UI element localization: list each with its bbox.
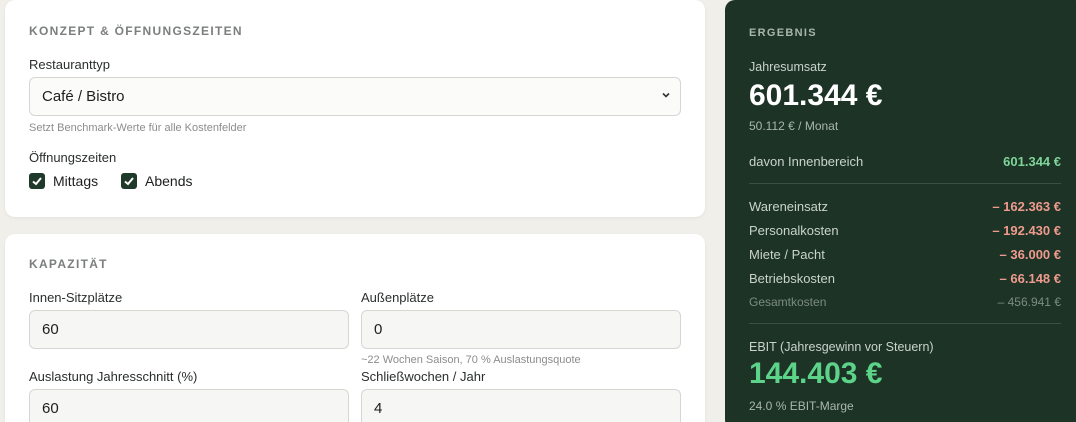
cost-label: Miete / Pacht <box>749 247 825 262</box>
divider <box>749 183 1061 184</box>
ebit-label: EBIT (Jahresgewinn vor Steuern) <box>749 340 934 354</box>
restaurant-type-hint: Setzt Benchmark-Werte für alle Kostenfel… <box>29 122 247 134</box>
cost-row: Betriebskosten – 66.148 € <box>749 271 1061 286</box>
occupancy-label: Auslastung Jahresschnitt (%) <box>29 369 198 384</box>
cost-value: – 66.148 € <box>999 271 1061 286</box>
closing-weeks-label: Schließwochen / Jahr <box>361 369 486 384</box>
checkbox-mittags[interactable]: Mittags <box>29 173 98 189</box>
kapazitaet-card: KAPAZITÄT Innen-Sitzplätze 60 Außenplätz… <box>5 234 705 422</box>
opening-hours-label: Öffnungszeiten <box>29 150 117 165</box>
ebit-value: 144.403 € <box>749 357 883 390</box>
indoor-seats-value: 60 <box>42 321 59 338</box>
indoor-share-value: 601.344 € <box>1003 154 1061 169</box>
cost-value: – 162.363 € <box>992 199 1061 214</box>
restaurant-type-select[interactable]: Café / Bistro <box>29 77 681 116</box>
cost-label: Personalkosten <box>749 223 839 238</box>
chevron-down-icon <box>662 92 670 98</box>
indoor-share-label: davon Innenbereich <box>749 154 864 169</box>
outdoor-seats-label: Außenplätze <box>361 290 434 305</box>
total-costs-label: Gesamtkosten <box>749 295 827 309</box>
closing-weeks-input[interactable]: 4 <box>361 389 681 422</box>
checkbox-checked-icon <box>121 173 137 189</box>
cost-value: – 192.430 € <box>992 223 1061 238</box>
closing-weeks-value: 4 <box>374 400 383 417</box>
ebit-margin: 24.0 % EBIT-Marge <box>749 399 854 413</box>
total-costs-row: Gesamtkosten – 456.941 € <box>749 295 1061 309</box>
konzept-card: KONZEPT & ÖFFNUNGSZEITEN Restauranttyp C… <box>5 0 705 217</box>
revenue-monthly: 50.112 € / Monat <box>749 119 839 133</box>
indoor-seats-input[interactable]: 60 <box>29 310 349 349</box>
checkbox-abends-label: Abends <box>145 173 193 189</box>
checkbox-abends[interactable]: Abends <box>121 173 192 189</box>
outdoor-seats-input[interactable]: 0 <box>361 310 681 349</box>
cost-label: Betriebskosten <box>749 271 835 286</box>
cost-label: Wareneinsatz <box>749 199 828 214</box>
cost-row: Miete / Pacht – 36.000 € <box>749 247 1061 262</box>
outdoor-seats-hint: ~22 Wochen Saison, 70 % Auslastungsquote <box>361 354 581 366</box>
revenue-label: Jahresumsatz <box>749 60 827 74</box>
revenue-value: 601.344 € <box>749 79 883 112</box>
restaurant-type-label: Restauranttyp <box>29 57 110 72</box>
indoor-share-row: davon Innenbereich 601.344 € <box>749 154 1061 169</box>
outdoor-seats-value: 0 <box>374 321 383 338</box>
result-panel: ERGEBNIS Jahresumsatz 601.344 € 50.112 €… <box>725 0 1076 422</box>
divider <box>749 323 1061 324</box>
restaurant-type-value: Café / Bistro <box>42 88 125 105</box>
cost-row: Personalkosten – 192.430 € <box>749 223 1061 238</box>
total-costs-value: – 456.941 € <box>997 295 1061 309</box>
section-title-konzept: KONZEPT & ÖFFNUNGSZEITEN <box>29 24 243 38</box>
checkbox-checked-icon <box>29 173 45 189</box>
checkbox-mittags-label: Mittags <box>53 173 99 189</box>
indoor-seats-label: Innen-Sitzplätze <box>29 290 123 305</box>
cost-value: – 36.000 € <box>999 247 1061 262</box>
cost-row: Wareneinsatz – 162.363 € <box>749 199 1061 214</box>
occupancy-value: 60 <box>42 400 59 417</box>
occupancy-input[interactable]: 60 <box>29 389 349 422</box>
result-title: ERGEBNIS <box>749 27 817 39</box>
section-title-kapazitaet: KAPAZITÄT <box>29 257 108 271</box>
